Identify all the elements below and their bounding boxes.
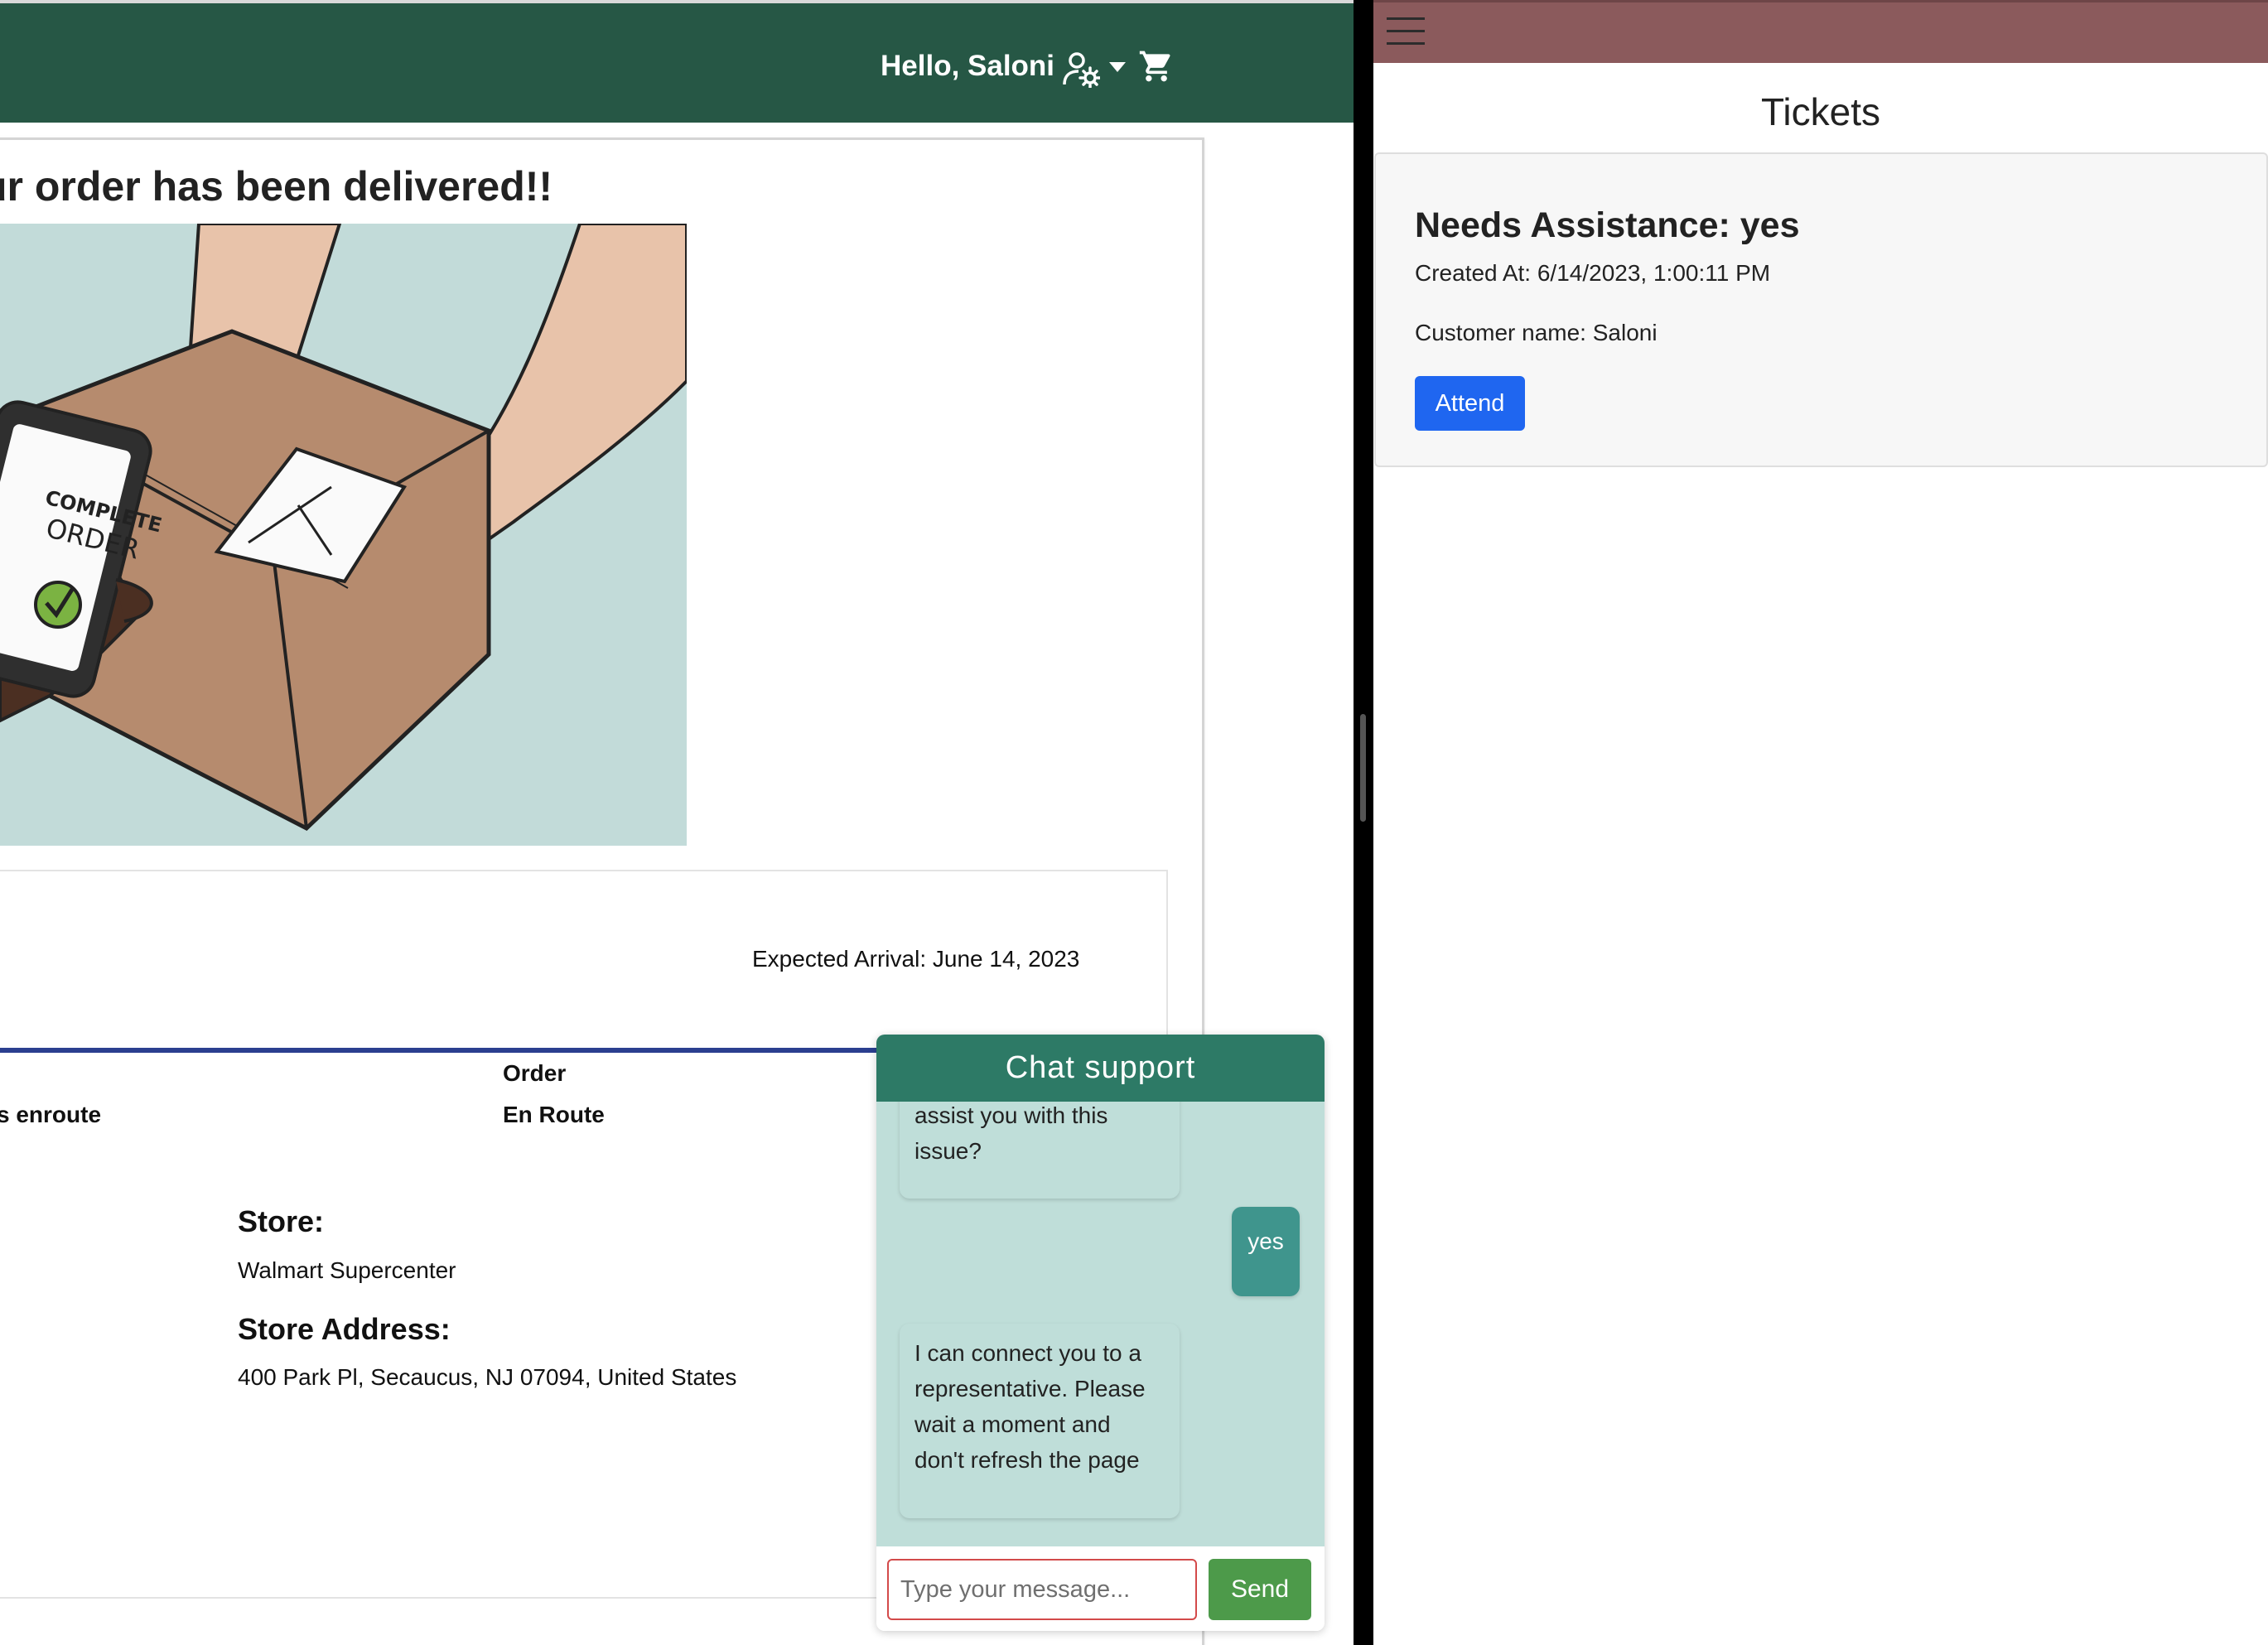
attend-button[interactable]: Attend [1415,376,1525,431]
expected-arrival: Expected Arrival: June 14, 2023 [752,946,1080,972]
caret-down-icon[interactable] [1108,61,1127,73]
ticket-created-at: Created At: 6/14/2023, 1:00:11 PM [1415,260,1771,286]
agent-window: Tickets Needs Assistance: yes Created At… [1373,0,2268,1645]
ticket-heading: Needs Assistance: yes [1415,205,1800,245]
progress-step-previous: s enroute [0,1102,102,1127]
store-address: 400 Park Pl, Secaucus, NJ 07094, United … [238,1364,737,1390]
order-status-title: ur order has been delivered!! [0,163,553,210]
ticket-customer-name: Customer name: Saloni [1415,320,1658,345]
send-button[interactable]: Send [1209,1559,1311,1620]
chat-message-bot: I can connect you to a representative. P… [900,1324,1180,1518]
chat-message-input[interactable] [887,1559,1197,1620]
chat-input-bar: Send [876,1546,1325,1631]
chat-header[interactable]: Chat support [876,1035,1325,1102]
progress-step-label: Order [503,1060,567,1086]
store-address-heading: Store Address: [238,1312,451,1346]
cart-icon[interactable] [1138,48,1175,84]
chat-support-widget: Chat support assist you with this issue?… [876,1035,1325,1631]
user-gear-icon[interactable] [1062,50,1100,88]
delivery-illustration: COMPLETE ORDER [0,224,687,846]
split-resize-handle[interactable] [1360,714,1366,822]
hamburger-menu-icon[interactable] [1387,14,1425,49]
ticket-card: Needs Assistance: yes Created At: 6/14/2… [1374,152,2268,467]
store-header: Hello, Saloni [0,0,1354,123]
chat-message-user: yes [1232,1207,1300,1296]
split-divider[interactable] [1354,0,1373,1645]
divider-line [0,1597,895,1599]
chat-message-bot: assist you with this issue? [900,1102,1180,1199]
progress-step-status: En Route [503,1102,605,1127]
progress-bar [0,1048,895,1053]
chat-message-text: assist you with this issue? [914,1102,1108,1164]
store-heading: Store: [238,1204,325,1238]
greeting-text: Hello, Saloni [881,50,1055,82]
page-title: Tickets [1761,90,1880,133]
chat-messages[interactable]: assist you with this issue? yes I can co… [876,1102,1325,1546]
store-name: Walmart Supercenter [238,1257,456,1283]
agent-header [1373,0,2268,63]
customer-window: Hello, Saloni ur order has been delivere… [0,0,1354,1645]
